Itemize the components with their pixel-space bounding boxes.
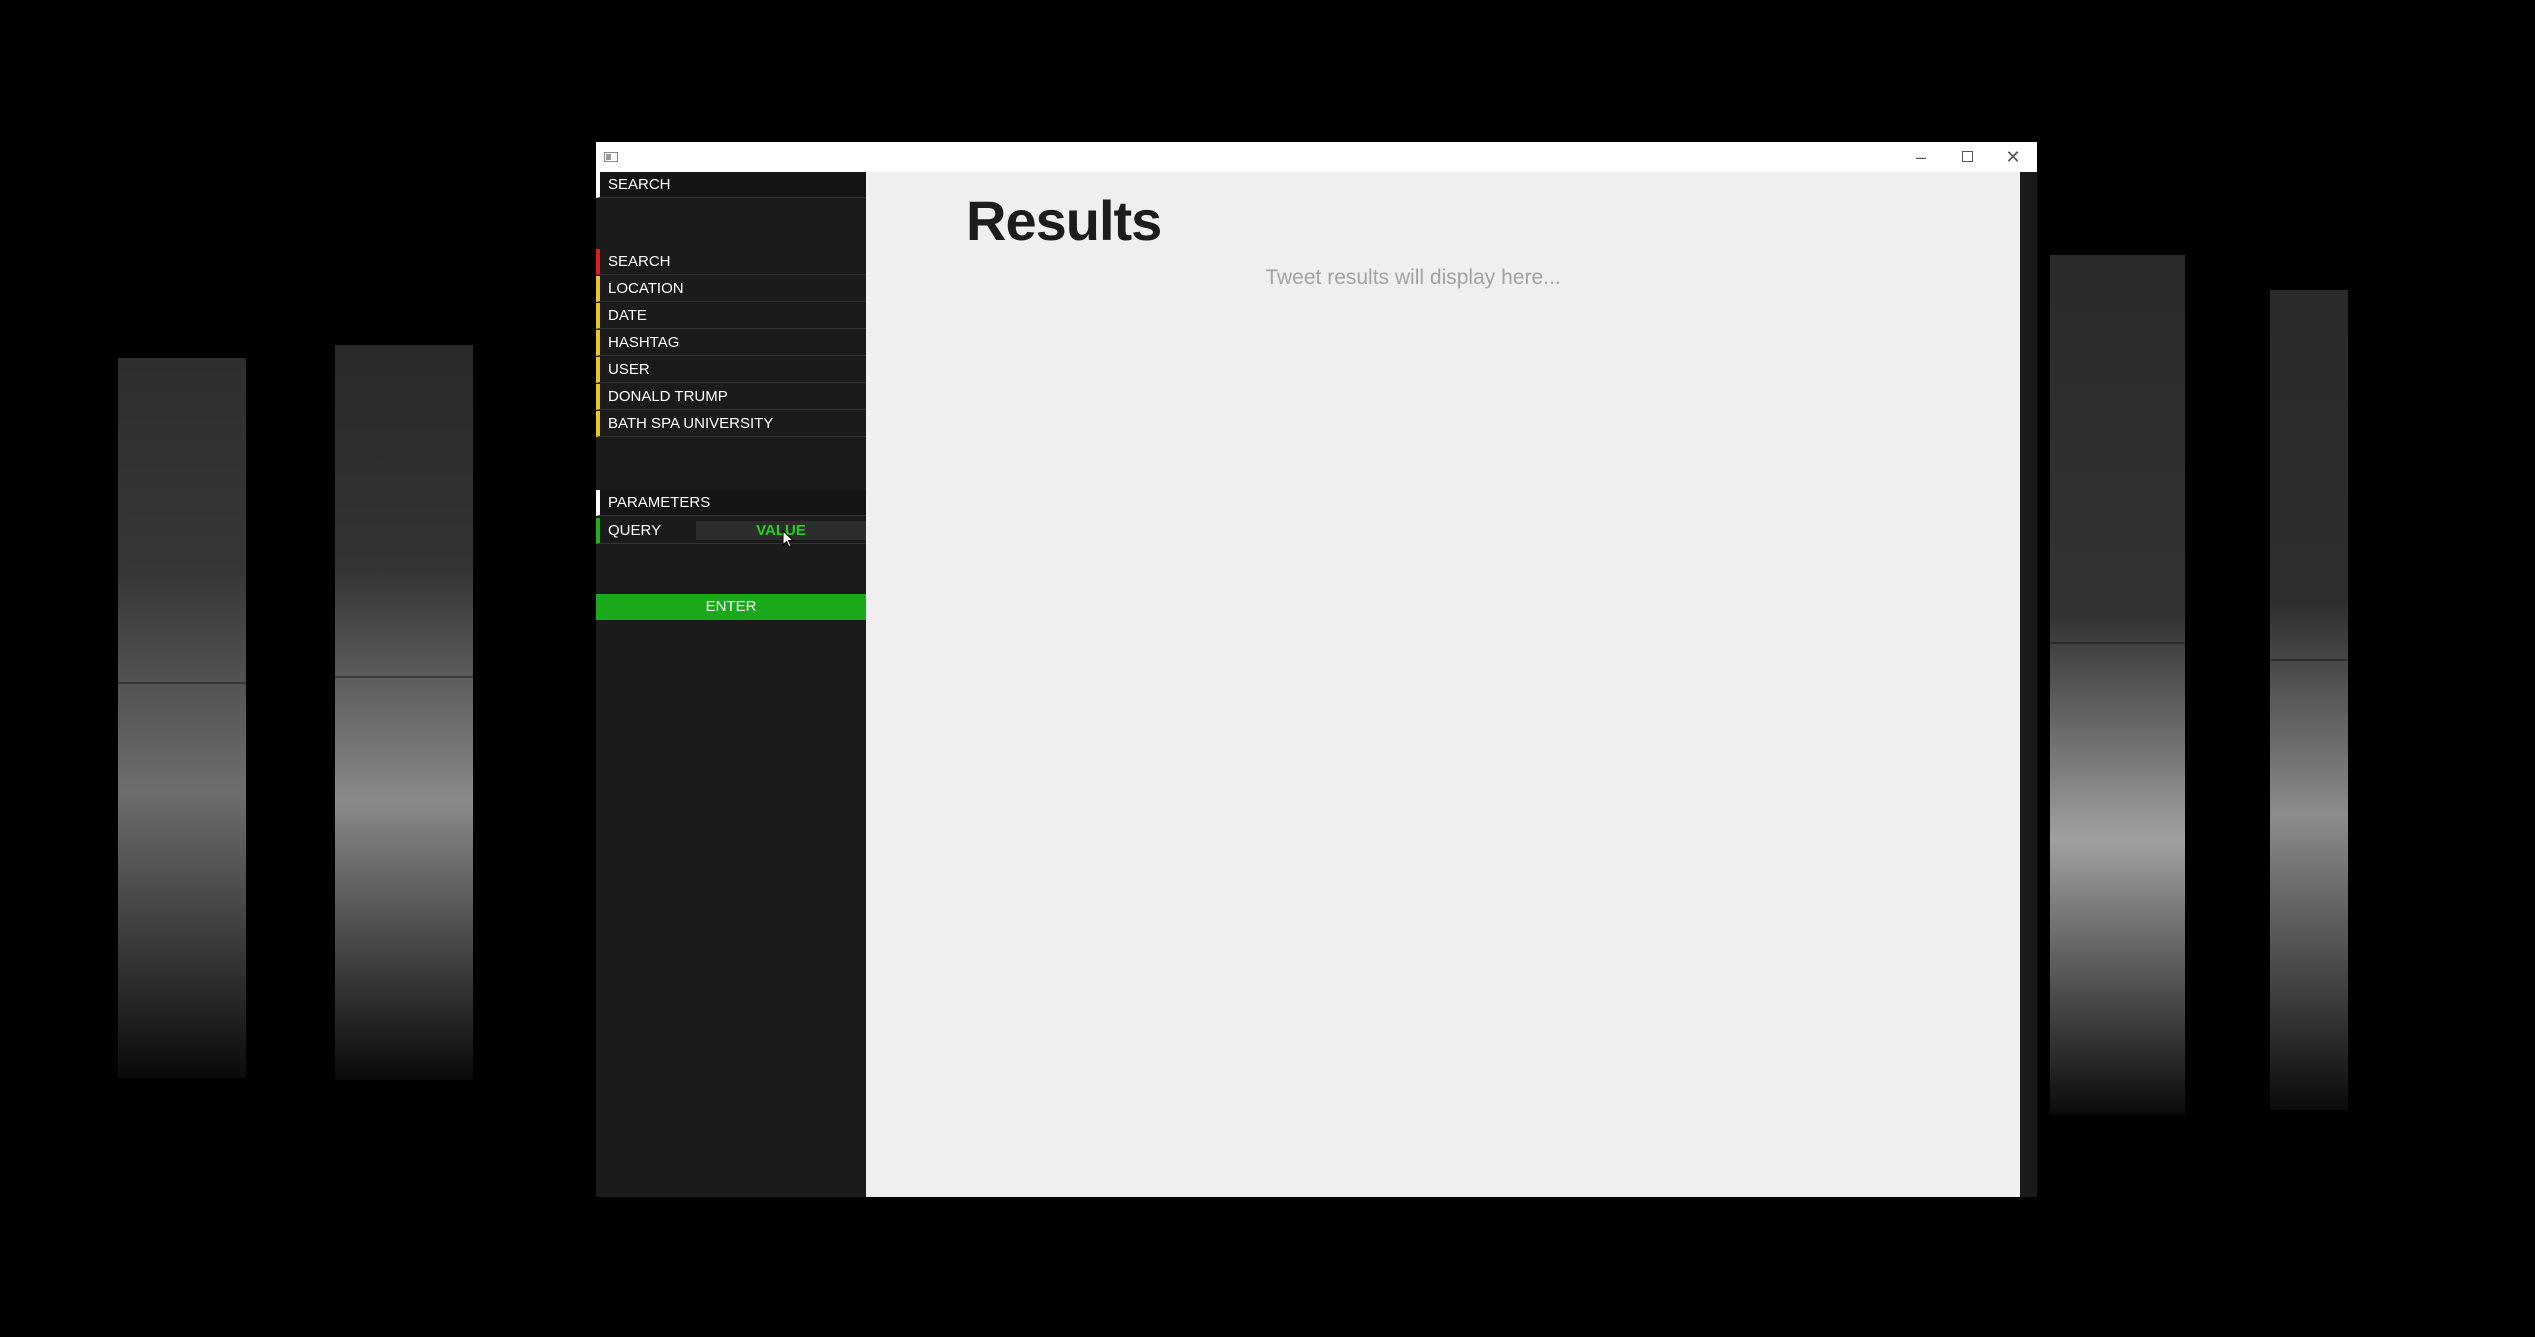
sidebar: SEARCH SEARCH LOCATION DATE HASHTAG USER…	[596, 172, 866, 1197]
app-icon	[604, 152, 618, 162]
enter-button[interactable]: ENTER	[596, 594, 866, 620]
sidebar-item-date[interactable]: DATE	[596, 303, 866, 329]
search-section-header: SEARCH	[596, 172, 866, 198]
sidebar-item-search[interactable]: SEARCH	[596, 249, 866, 275]
wallpaper-pillar	[2270, 290, 2348, 1110]
sidebar-item-donald-trump[interactable]: DONALD TRUMP	[596, 384, 866, 410]
maximize-button[interactable]	[1944, 142, 1990, 172]
maximize-icon	[1961, 151, 1973, 163]
close-button[interactable]: ✕	[1990, 142, 2036, 172]
query-value-input[interactable]: VALUE	[696, 521, 866, 540]
results-title: Results	[966, 189, 1162, 252]
mouse-cursor-icon	[782, 530, 795, 548]
window-right-border	[2020, 172, 2037, 1197]
sidebar-item-location[interactable]: LOCATION	[596, 276, 866, 302]
sidebar-item-user[interactable]: USER	[596, 357, 866, 383]
results-panel: Results Tweet results will display here.…	[866, 172, 2020, 1197]
query-label: QUERY	[608, 522, 662, 539]
query-row: QUERY VALUE	[596, 518, 866, 544]
results-placeholder: Tweet results will display here...	[1265, 266, 1561, 289]
parameters-section-header: PARAMETERS	[596, 490, 866, 516]
minimize-button[interactable]: –	[1898, 142, 1944, 172]
sidebar-item-hashtag[interactable]: HASHTAG	[596, 330, 866, 356]
title-bar[interactable]: – ✕	[596, 142, 2037, 172]
wallpaper-pillar	[335, 345, 473, 1080]
sidebar-item-bath-spa-university[interactable]: BATH SPA UNIVERSITY	[596, 411, 866, 437]
wallpaper-pillar	[118, 358, 246, 1078]
wallpaper-pillar	[2050, 255, 2185, 1115]
app-window: – ✕ SEARCH SEARCH LOCATION DATE HASHTAG …	[596, 142, 2037, 1197]
